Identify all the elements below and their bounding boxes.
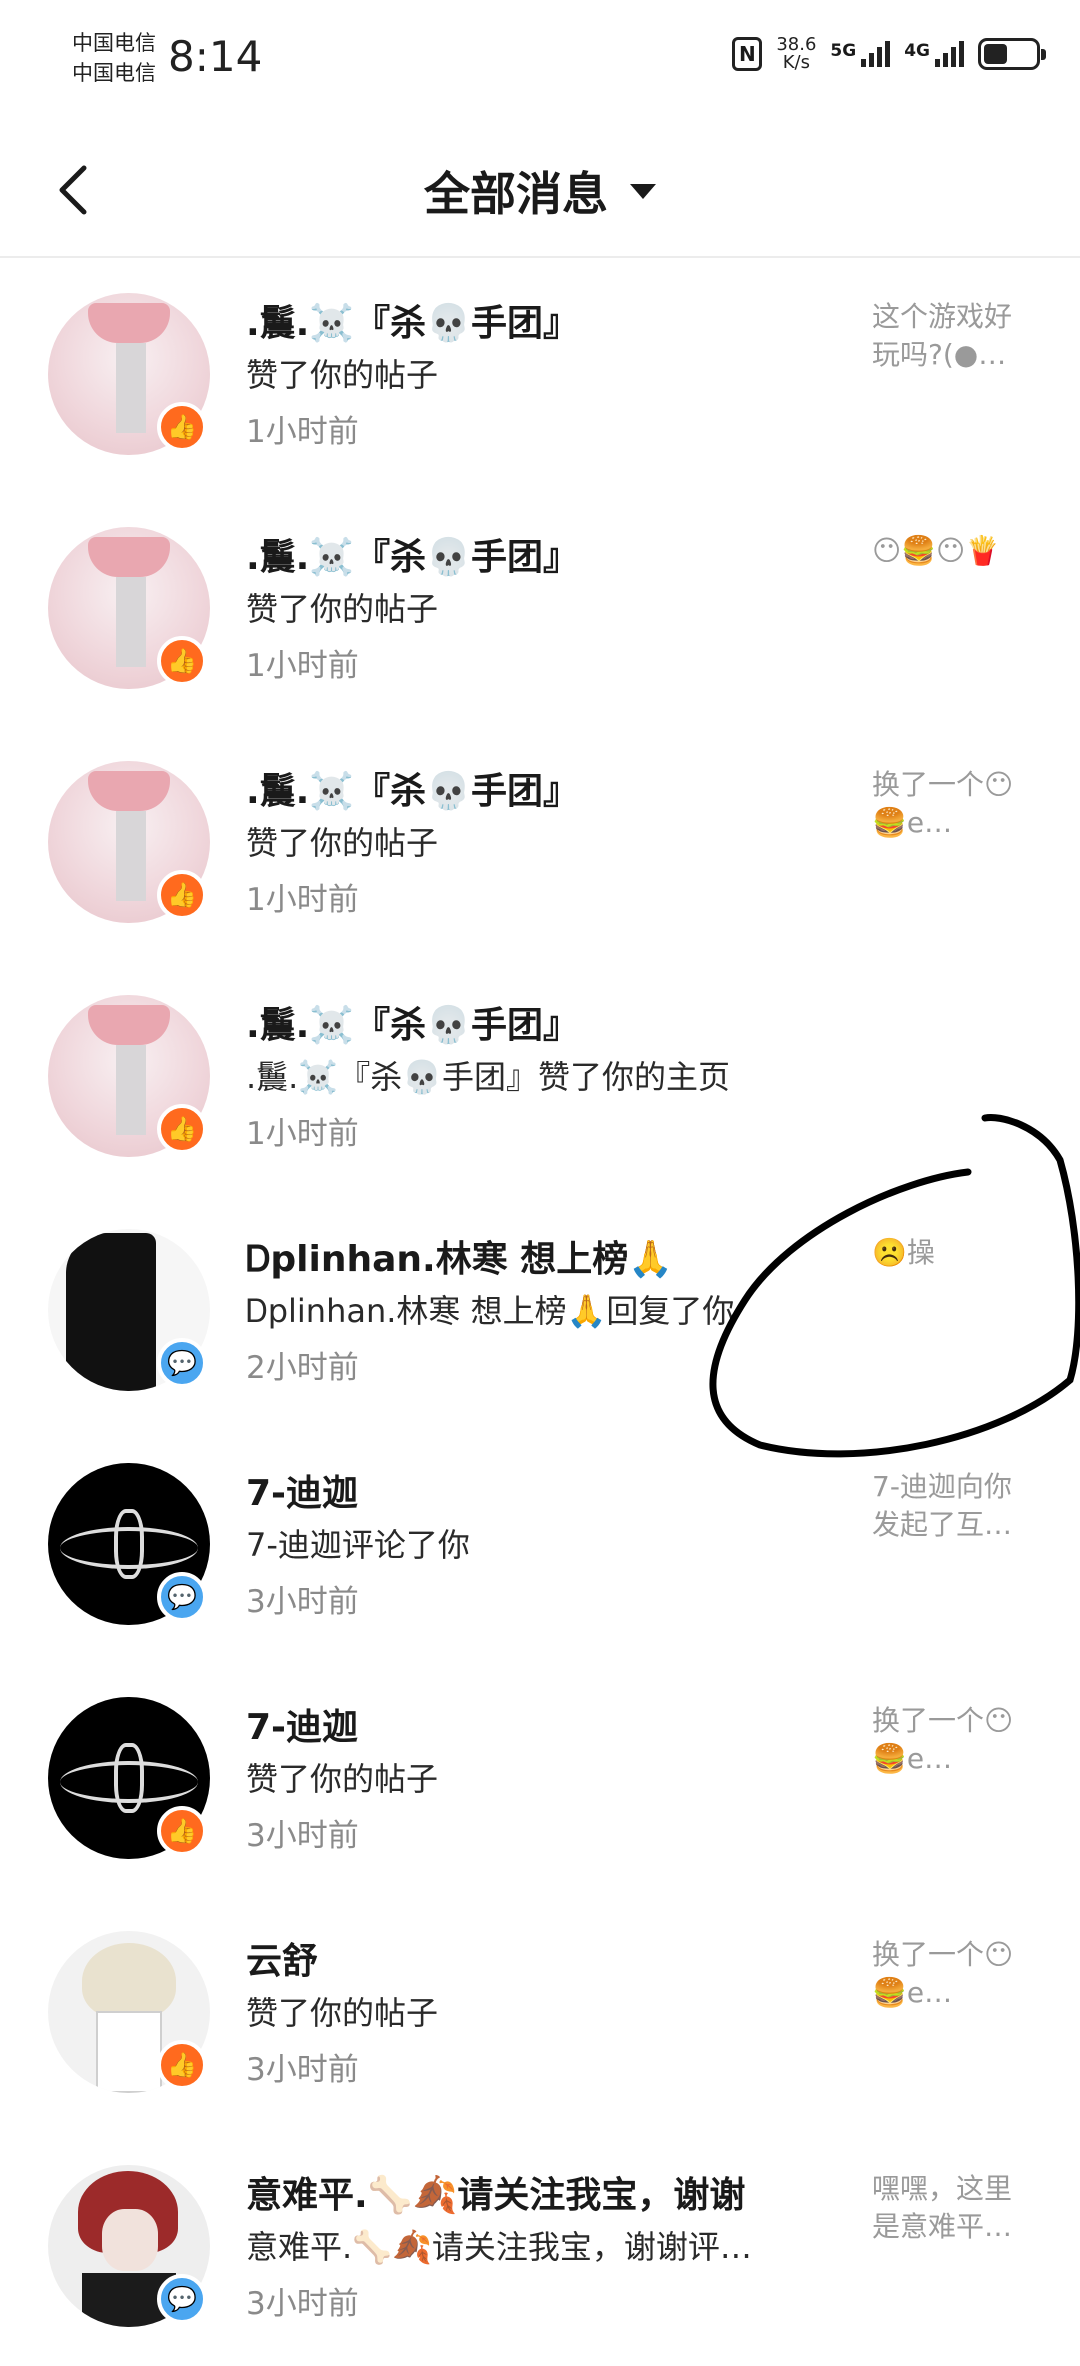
message-action: 意难平.🦴🍂请关注我宝，谢谢评…	[246, 2228, 752, 2266]
message-time: 3小时前	[246, 1818, 359, 1854]
message-preview: 嘿嘿，这里是意难平…	[872, 2172, 1013, 2243]
message-action: 赞了你的帖子	[246, 356, 439, 394]
caret-down-icon	[630, 183, 656, 199]
chat-bubble-icon: 💬	[157, 1338, 207, 1388]
thumbs-up-icon: 👍	[157, 870, 207, 920]
message-action: 赞了你的帖子	[246, 1760, 439, 1798]
thumbs-up-icon: 👍	[157, 1806, 207, 1856]
status-icons: N 38.6 K/s 5G 4G	[732, 36, 1046, 72]
message-preview: 换了一个😶 🍔e…	[872, 1938, 1014, 2009]
message-action: 赞了你的帖子	[246, 824, 439, 862]
title-dropdown[interactable]: 全部消息	[0, 158, 1080, 224]
signal-4g-icon: 4G	[904, 41, 964, 67]
message-item[interactable]: 💬 7-迪迦 7-迪迦评论了你 3小时前 7-迪迦向你发起了互…	[0, 1430, 1080, 1664]
message-time: 1小时前	[246, 1116, 359, 1152]
message-item[interactable]: 👍 .鬞.☠️『杀💀手团』 赞了你的帖子 1小时前 😶🍔😶🍟	[0, 494, 1080, 728]
message-action: .鬞.☠️『杀💀手团』赞了你的主页	[246, 1058, 731, 1096]
network-speed-unit: K/s	[782, 52, 810, 73]
chat-bubble-icon: 💬	[157, 2274, 207, 2324]
status-time: 8:14	[168, 32, 263, 81]
message-time: 3小时前	[246, 2052, 359, 2088]
thumbs-up-icon: 👍	[157, 636, 207, 686]
sender-name: 7-迪迦	[246, 1707, 358, 1748]
message-preview: 7-迪迦向你发起了互…	[872, 1470, 1013, 1541]
page-title: 全部消息	[424, 167, 608, 221]
carrier-2: 中国电信	[72, 61, 156, 85]
thumbs-up-icon: 👍	[157, 2040, 207, 2090]
message-action: 7-迪迦评论了你	[246, 1526, 470, 1564]
chat-bubble-icon: 💬	[157, 1572, 207, 1622]
message-item[interactable]: 👍 .鬞.☠️『杀💀手团』 赞了你的帖子 1小时前 换了一个😶 🍔e…	[0, 728, 1080, 962]
nfc-icon: N	[732, 37, 763, 71]
message-item[interactable]: 💬 Ꭰplinhan.林寒 想上榜🙏 Ꭰplinhan.林寒 想上榜🙏回复了你 2小时…	[0, 1196, 1080, 1430]
message-time: 1小时前	[246, 414, 359, 450]
sender-name: .鬞.☠️『杀💀手团』	[246, 1005, 580, 1046]
signal-5g-icon: 5G	[830, 41, 891, 67]
sender-name: Ꭰplinhan.林寒 想上榜🙏	[246, 1239, 674, 1280]
message-time: 1小时前	[246, 648, 359, 684]
carrier-1: 中国电信	[72, 31, 156, 55]
network-speed: 38.6 K/s	[776, 36, 816, 72]
message-item[interactable]: 👍 云舒赞了你的帖子 3小时前 换了一个😶 🍔e…	[0, 1898, 1080, 2132]
message-action: Ꭰplinhan.林寒 想上榜🙏回复了你	[246, 1292, 735, 1330]
sender-name: 7-迪迦	[246, 1473, 358, 1514]
message-item[interactable]: 👍 .鬞.☠️『杀💀手团』 赞了你的帖子 1小时前 这个游戏好玩吗?(●…	[0, 260, 1080, 494]
message-list: 👍 .鬞.☠️『杀💀手团』 赞了你的帖子 1小时前 这个游戏好玩吗?(●… 👍 .鬞.☠️『…	[0, 260, 1080, 2366]
message-action: 赞了你的帖子	[246, 590, 439, 628]
battery-level	[984, 44, 1007, 64]
signal-5g-label: 5G	[830, 41, 857, 61]
carrier-info: 中国电信 中国电信	[72, 28, 156, 88]
message-preview: 😶🍔😶🍟	[872, 534, 1001, 567]
message-preview: ☹️操	[872, 1236, 935, 1269]
sender-name: 云舒	[246, 1941, 319, 1982]
message-time: 3小时前	[246, 1584, 359, 1620]
signal-4g-label: 4G	[904, 41, 930, 61]
message-item[interactable]: 👍 .鬞.☠️『杀💀手团』 .鬞.☠️『杀💀手团』赞了你的主页 1小时前	[0, 962, 1080, 1196]
top-nav-bar: 全部消息	[0, 120, 1080, 258]
message-preview: 换了一个😶 🍔e…	[872, 1704, 1014, 1775]
sender-name: .鬞.☠️『杀💀手团』	[246, 771, 580, 812]
battery-icon	[978, 38, 1046, 70]
sender-name: .鬞.☠️『杀💀手团』	[246, 537, 580, 578]
message-item[interactable]: 💬 意难平.🦴🍂请关注我宝，谢谢 意难平.🦴🍂请关注我宝，谢谢评… 3小时前 嘿嘿，这里…	[0, 2132, 1080, 2366]
message-time: 1小时前	[246, 882, 359, 918]
message-time: 3小时前	[246, 2286, 359, 2322]
status-bar: 中国电信 中国电信 8:14 N 38.6 K/s 5G 4G	[0, 0, 1080, 120]
message-time: 2小时前	[246, 1350, 359, 1386]
message-preview: 换了一个😶 🍔e…	[872, 768, 1014, 839]
message-action: 赞了你的帖子	[246, 1994, 439, 2032]
message-item[interactable]: 👍 7-迪迦赞了你的帖子 3小时前 换了一个😶 🍔e…	[0, 1664, 1080, 1898]
sender-name: .鬞.☠️『杀💀手团』	[246, 303, 580, 344]
sender-name: 意难平.🦴🍂请关注我宝，谢谢	[246, 2175, 746, 2216]
thumbs-up-icon: 👍	[157, 402, 207, 452]
message-preview: 这个游戏好玩吗?(●…	[872, 300, 1013, 371]
thumbs-up-icon: 👍	[157, 1104, 207, 1154]
